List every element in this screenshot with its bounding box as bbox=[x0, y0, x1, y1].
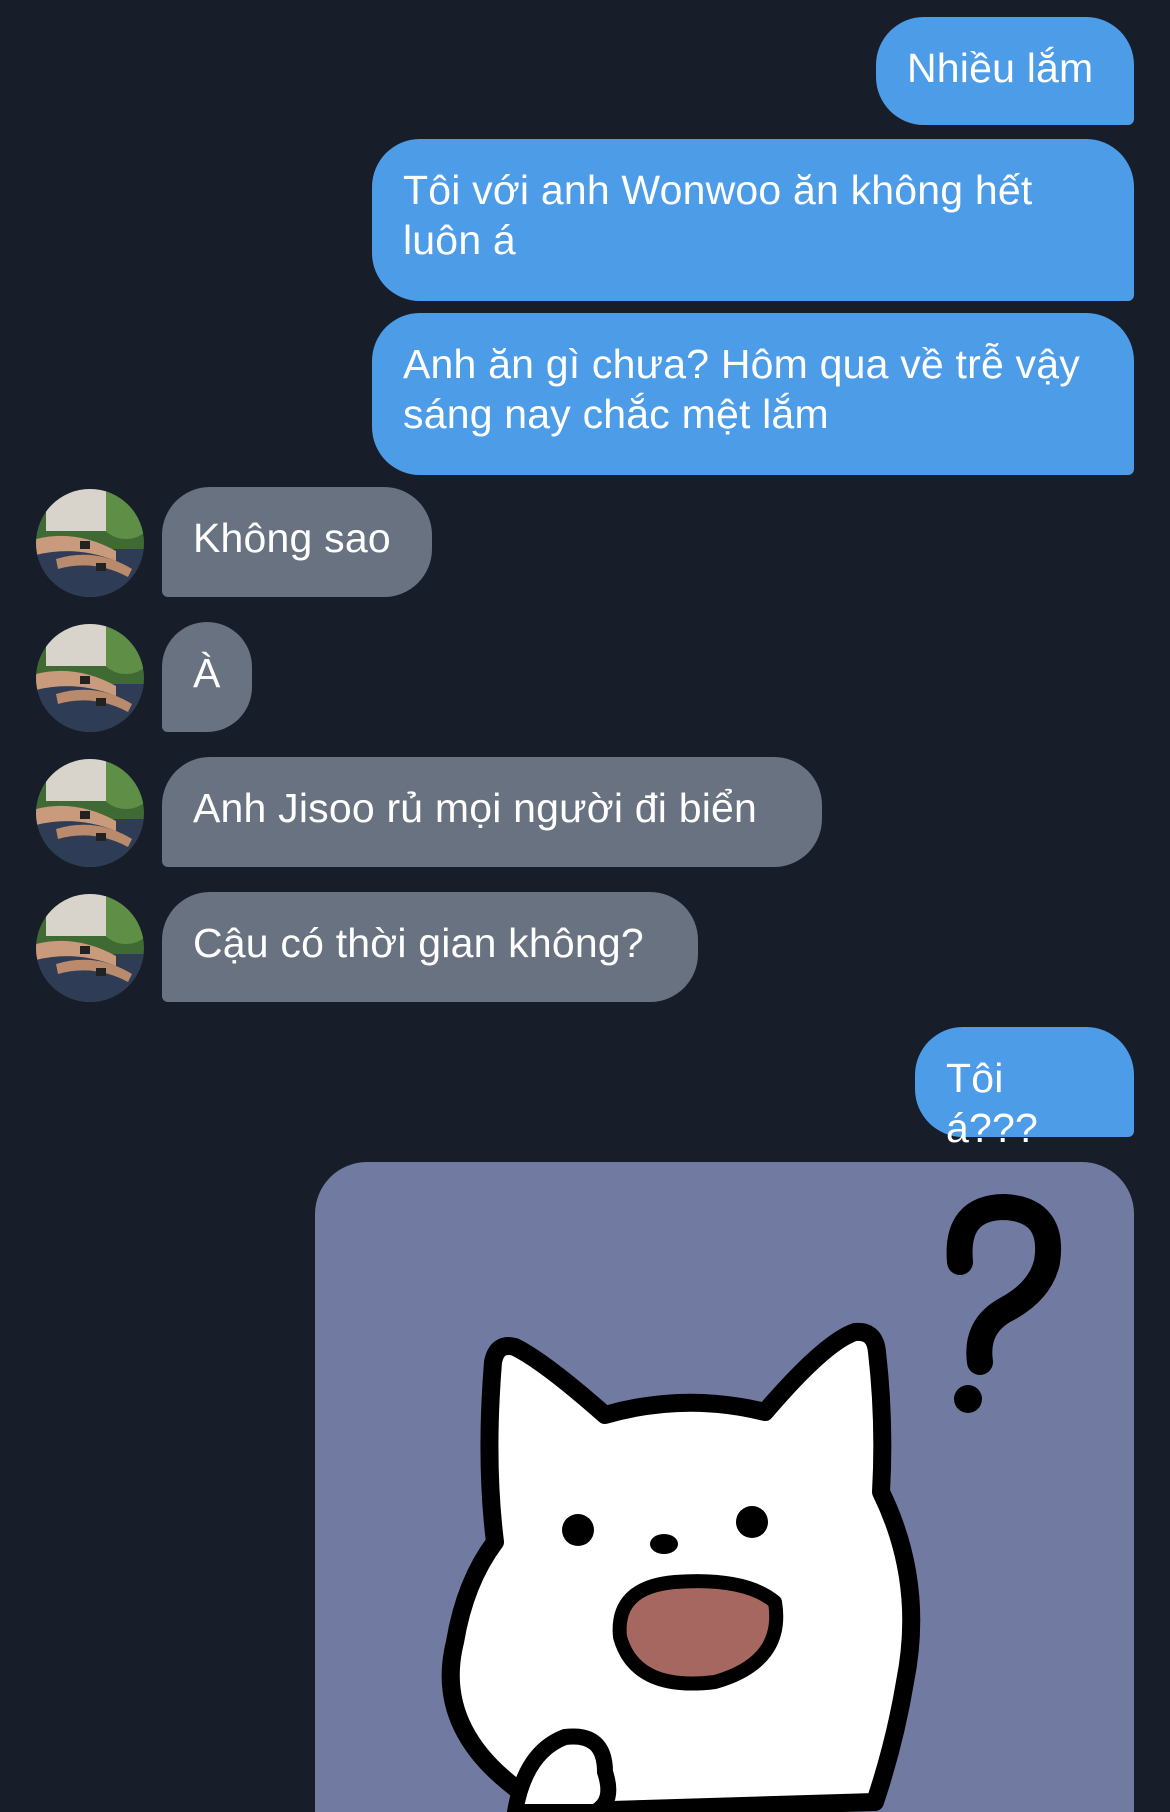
message-text: Tôi với anh Wonwoo ăn không hết luôn á bbox=[403, 167, 1033, 263]
contact-avatar[interactable] bbox=[36, 894, 144, 1002]
message-bubble-incoming[interactable]: Không sao bbox=[162, 487, 432, 597]
message-text: À bbox=[193, 650, 221, 696]
message-text: Cậu có thời gian không? bbox=[193, 920, 644, 966]
message-text: Nhiều lắm bbox=[907, 45, 1094, 91]
message-bubble-outgoing[interactable]: Tôi với anh Wonwoo ăn không hết luôn á bbox=[372, 139, 1134, 301]
avatar-photo-icon bbox=[36, 759, 144, 867]
sticker-message[interactable] bbox=[315, 1162, 1134, 1812]
message-text: Anh Jisoo rủ mọi người đi biển bbox=[193, 785, 758, 831]
contact-avatar[interactable] bbox=[36, 489, 144, 597]
message-bubble-incoming[interactable]: À bbox=[162, 622, 252, 732]
message-bubble-incoming[interactable]: Cậu có thời gian không? bbox=[162, 892, 698, 1002]
avatar-photo-icon bbox=[36, 624, 144, 732]
message-text: Anh ăn gì chưa? Hôm qua về trễ vậy sáng … bbox=[403, 341, 1080, 437]
message-text: Không sao bbox=[193, 515, 391, 561]
contact-avatar[interactable] bbox=[36, 759, 144, 867]
message-bubble-incoming[interactable]: Anh Jisoo rủ mọi người đi biển bbox=[162, 757, 822, 867]
contact-avatar[interactable] bbox=[36, 624, 144, 732]
message-bubble-outgoing[interactable]: Nhiều lắm bbox=[876, 17, 1134, 125]
confused-cat-sticker-icon bbox=[441, 1193, 1062, 1812]
avatar-photo-icon bbox=[36, 489, 144, 597]
avatar-photo-icon bbox=[36, 894, 144, 1002]
message-bubble-outgoing[interactable]: Anh ăn gì chưa? Hôm qua về trễ vậy sáng … bbox=[372, 313, 1134, 475]
message-bubble-outgoing[interactable]: Tôi á??? bbox=[915, 1027, 1134, 1151]
message-text: Tôi á??? bbox=[946, 1055, 1039, 1151]
